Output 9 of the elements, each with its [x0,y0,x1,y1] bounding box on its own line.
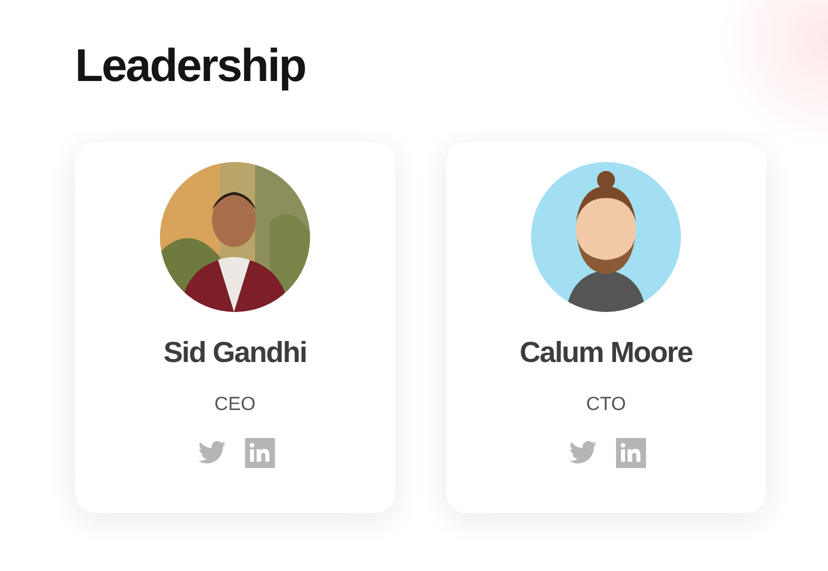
linkedin-icon [616,438,646,468]
person-name: Sid Gandhi [163,337,307,370]
job-title: CTO [586,394,626,416]
section-heading: Leadership [75,38,306,93]
job-title: CEO [214,394,256,416]
linkedin-link[interactable] [616,438,646,468]
linkedin-icon [245,438,275,468]
linkedin-link[interactable] [245,438,275,468]
person-name: Calum Moore [520,337,692,370]
